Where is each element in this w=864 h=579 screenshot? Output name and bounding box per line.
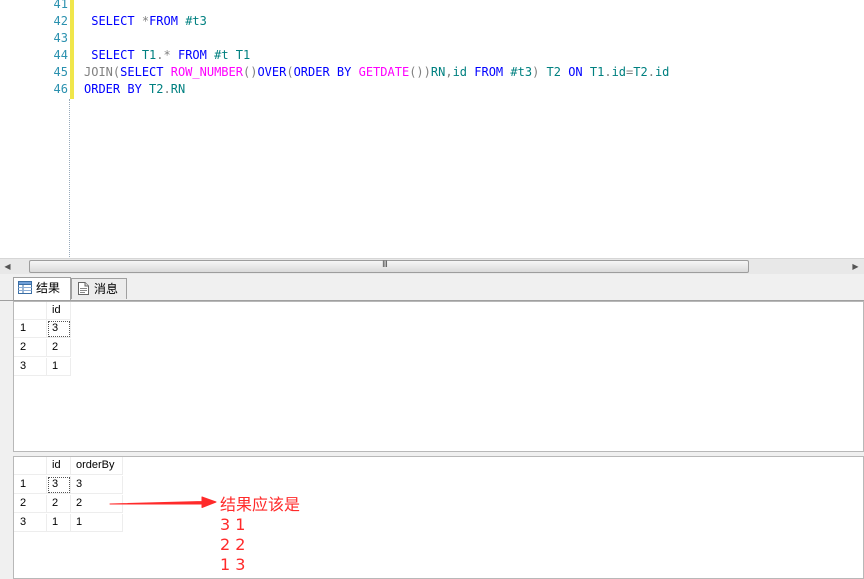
grid-cell[interactable]: 3 [47, 476, 71, 494]
line-number: 45 [53, 65, 68, 79]
grid-cell[interactable]: 3 [47, 320, 71, 338]
code-token: T2 [633, 65, 648, 79]
annotation-line: 2 2 [220, 535, 246, 554]
row-header[interactable]: 1 [14, 320, 47, 338]
scrollbar-thumb[interactable]: III [29, 260, 749, 273]
column-header[interactable]: id [47, 302, 71, 320]
row-header[interactable]: 3 [14, 514, 47, 532]
code-token: T2 [141, 82, 164, 96]
code-token: ON [568, 65, 583, 79]
code-token: FROM [177, 48, 207, 62]
code-token: () [242, 65, 258, 79]
code-token: JOIN [84, 65, 113, 79]
line-number: 41 [53, 0, 68, 11]
tab-messages-label: 消息 [94, 282, 119, 296]
results-tabstrip: 结果 消息 [0, 274, 864, 301]
code-token: ( [286, 65, 294, 79]
code-token: . [647, 65, 655, 79]
code-token: RN [170, 82, 186, 96]
scroll-right-icon[interactable]: ▶ [850, 261, 861, 272]
code-token: FROM [474, 65, 504, 79]
scrollbar-grip-icon: III [382, 260, 388, 270]
code-token: GETDATE [358, 65, 410, 79]
annotation-arrow-icon [109, 496, 217, 508]
code-token: #t T1 [206, 48, 251, 62]
annotation-line: 3 1 [220, 515, 246, 534]
grid-corner[interactable] [14, 457, 47, 475]
outline-guide [69, 99, 70, 257]
tab-messages[interactable]: 消息 [71, 278, 127, 299]
row-header[interactable]: 1 [14, 476, 47, 494]
code-token: SELECT [91, 14, 135, 28]
code-token: SELECT [120, 65, 164, 79]
tab-results[interactable]: 结果 [13, 277, 71, 300]
code-token: SELECT [91, 48, 135, 62]
change-tracking-bar [70, 0, 74, 99]
line-number: 43 [53, 31, 68, 45]
row-header[interactable]: 3 [14, 358, 47, 376]
code-token: * [141, 14, 150, 28]
code-token: id [452, 65, 468, 79]
code-token: T1 [582, 65, 605, 79]
grid-cell[interactable]: 1 [47, 358, 71, 376]
code-line[interactable]: JOIN(SELECT ROW_NUMBER()OVER(ORDER BY GE… [84, 64, 669, 81]
line-number: 42 [53, 14, 68, 28]
column-header[interactable]: id [47, 457, 71, 475]
line-number-gutter: 41 42 43 44 45 46 [0, 0, 70, 258]
code-line[interactable]: ORDER BY T2.RN [84, 81, 185, 98]
grid-cell[interactable]: 1 [47, 514, 71, 532]
column-header[interactable]: orderBy [71, 457, 123, 475]
scroll-left-icon[interactable]: ◀ [2, 261, 13, 272]
line-number: 46 [53, 82, 68, 96]
code-line[interactable]: SELECT *FROM #t3 [84, 13, 207, 30]
code-token: ()) [409, 65, 431, 79]
line-number: 44 [53, 48, 68, 62]
result-grid-1[interactable]: id 1 3 2 2 3 1 [13, 301, 864, 452]
code-token: .* [156, 48, 171, 62]
grid-corner[interactable] [14, 302, 47, 320]
grid-icon [18, 281, 32, 294]
grid-cell[interactable]: 2 [47, 339, 71, 357]
code-token: ORDER BY [84, 82, 142, 96]
code-token: T1 [134, 48, 157, 62]
horizontal-scrollbar[interactable]: ◀ III ▶ [0, 258, 864, 274]
document-icon [78, 282, 89, 295]
annotation-line: 1 3 [220, 555, 246, 574]
code-token: . [163, 82, 171, 96]
code-token: FROM [149, 14, 178, 28]
code-token: ROW_NUMBER [170, 65, 243, 79]
row-header[interactable]: 2 [14, 339, 47, 357]
code-token: id [611, 65, 627, 79]
grid-cell[interactable]: 2 [47, 495, 71, 513]
code-token: id [654, 65, 670, 79]
code-token: T2 [539, 65, 569, 79]
code-token: ORDER BY [293, 65, 352, 79]
code-token: #t3 [503, 65, 533, 79]
row-header[interactable]: 2 [14, 495, 47, 513]
code-token: OVER [257, 65, 287, 79]
code-token: . [604, 65, 612, 79]
code-token: RN [430, 65, 446, 79]
results-area: id 1 3 2 2 3 1 id orderBy 1 3 3 2 2 2 3 … [0, 301, 864, 579]
code-token: #t3 [177, 14, 207, 28]
annotation-heading: 结果应该是 [220, 495, 301, 514]
sql-editor[interactable]: 41 42 43 44 45 46 SELECT *FROM #t3 SELEC… [0, 0, 864, 258]
code-token: , [445, 65, 453, 79]
code-line[interactable]: SELECT T1.* FROM #t T1 [84, 47, 250, 64]
tab-results-label: 结果 [36, 281, 61, 295]
